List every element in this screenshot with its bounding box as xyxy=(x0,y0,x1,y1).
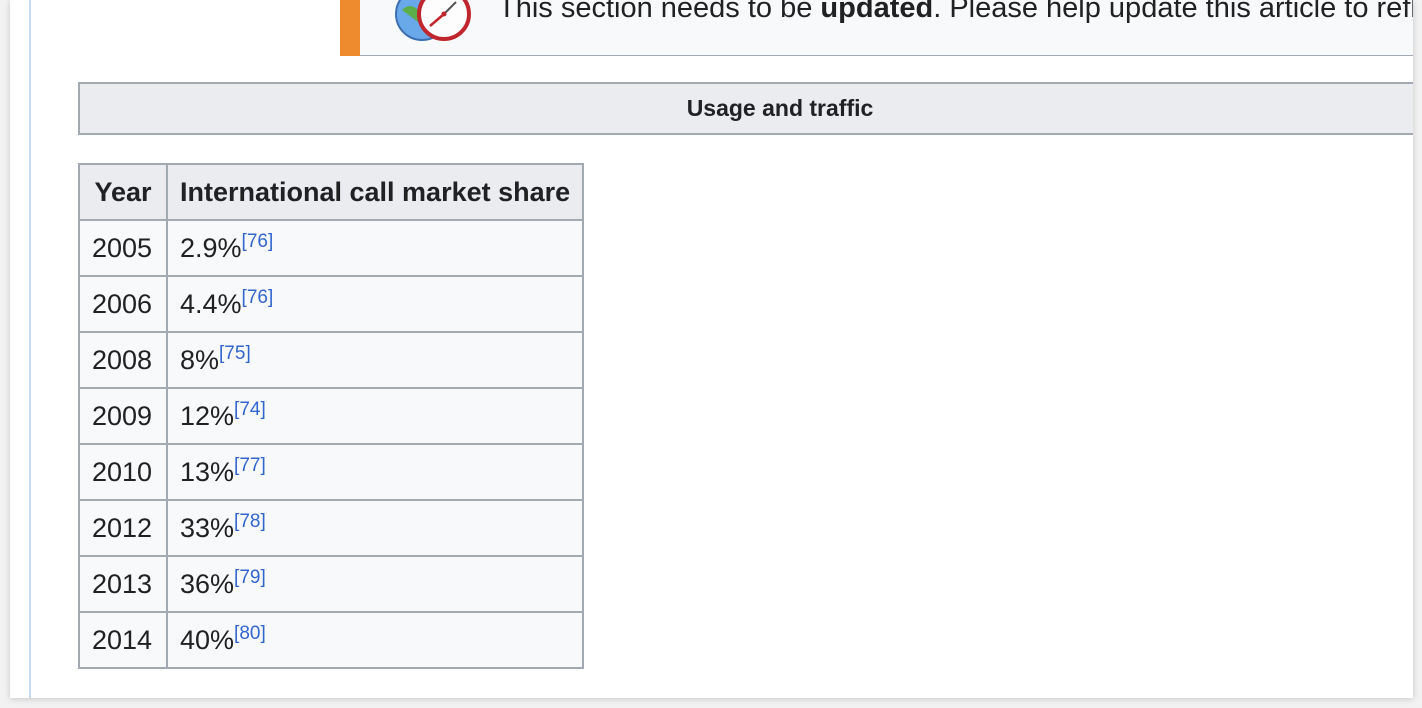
share-cell: 36%[79] xyxy=(165,555,585,613)
notice-text-end: . Please help update this article to ref… xyxy=(933,0,1413,24)
citation-link[interactable]: [77] xyxy=(234,455,266,476)
share-value: 8% xyxy=(180,344,220,375)
browser-viewport: This section needs to be updated. Please… xyxy=(10,0,1413,698)
year-cell: 2014 xyxy=(78,611,168,669)
market-share-table: Year International call market share 200… xyxy=(78,163,585,669)
share-value: 33% xyxy=(180,512,235,543)
table-row: 2006 4.4%[76] xyxy=(78,275,585,333)
table-row: 2009 12%[74] xyxy=(78,387,585,445)
share-cell: 12%[74] xyxy=(165,387,585,445)
citation-link[interactable]: [79] xyxy=(234,567,266,588)
table-row: 2013 36%[79] xyxy=(78,555,585,613)
share-cell: 8%[75] xyxy=(165,331,585,389)
year-cell: 2013 xyxy=(78,555,168,613)
year-cell: 2012 xyxy=(78,499,168,557)
table-row: 2010 13%[77] xyxy=(78,443,585,501)
year-cell: 2005 xyxy=(78,219,168,277)
notice-text-bold: updated xyxy=(820,0,934,24)
table-row: 2014 40%[80] xyxy=(78,611,585,669)
share-cell: 2.9%[76] xyxy=(165,219,585,277)
share-value: 4.4% xyxy=(180,288,242,319)
notice-text: This section needs to be updated. Please… xyxy=(498,0,1413,28)
share-value: 12% xyxy=(180,400,235,431)
globe-clock-icon xyxy=(388,0,474,46)
share-cell: 33%[78] xyxy=(165,499,585,557)
citation-link[interactable]: [74] xyxy=(234,399,266,420)
share-cell: 13%[77] xyxy=(165,443,585,501)
table-row: 2012 33%[78] xyxy=(78,499,585,557)
share-value: 36% xyxy=(180,568,235,599)
notice-text-start: This section needs to be xyxy=(498,0,821,24)
navbox-title: Usage and traffic xyxy=(686,95,874,121)
citation-link[interactable]: [80] xyxy=(234,623,266,644)
share-value: 2.9% xyxy=(180,232,242,263)
share-value: 40% xyxy=(180,624,235,655)
citation-link[interactable]: [76] xyxy=(242,231,274,252)
navbox-header: Usage and traffic xyxy=(78,82,1413,135)
citation-link[interactable]: [78] xyxy=(234,511,266,532)
citation-link[interactable]: [76] xyxy=(242,287,274,308)
table-row: 2005 2.9%[76] xyxy=(78,219,585,277)
share-cell: 40%[80] xyxy=(165,611,585,669)
column-header-share: International call market share xyxy=(165,163,585,221)
table-header-row: Year International call market share xyxy=(78,163,585,221)
table-row: 2008 8%[75] xyxy=(78,331,585,389)
notice-accent-bar xyxy=(340,0,360,56)
year-cell: 2009 xyxy=(78,387,168,445)
share-cell: 4.4%[76] xyxy=(165,275,585,333)
share-value: 13% xyxy=(180,456,235,487)
content-left-border xyxy=(29,0,31,698)
citation-link[interactable]: [75] xyxy=(219,343,251,364)
year-cell: 2010 xyxy=(78,443,168,501)
year-cell: 2008 xyxy=(78,331,168,389)
column-header-year: Year xyxy=(78,163,168,221)
year-cell: 2006 xyxy=(78,275,168,333)
